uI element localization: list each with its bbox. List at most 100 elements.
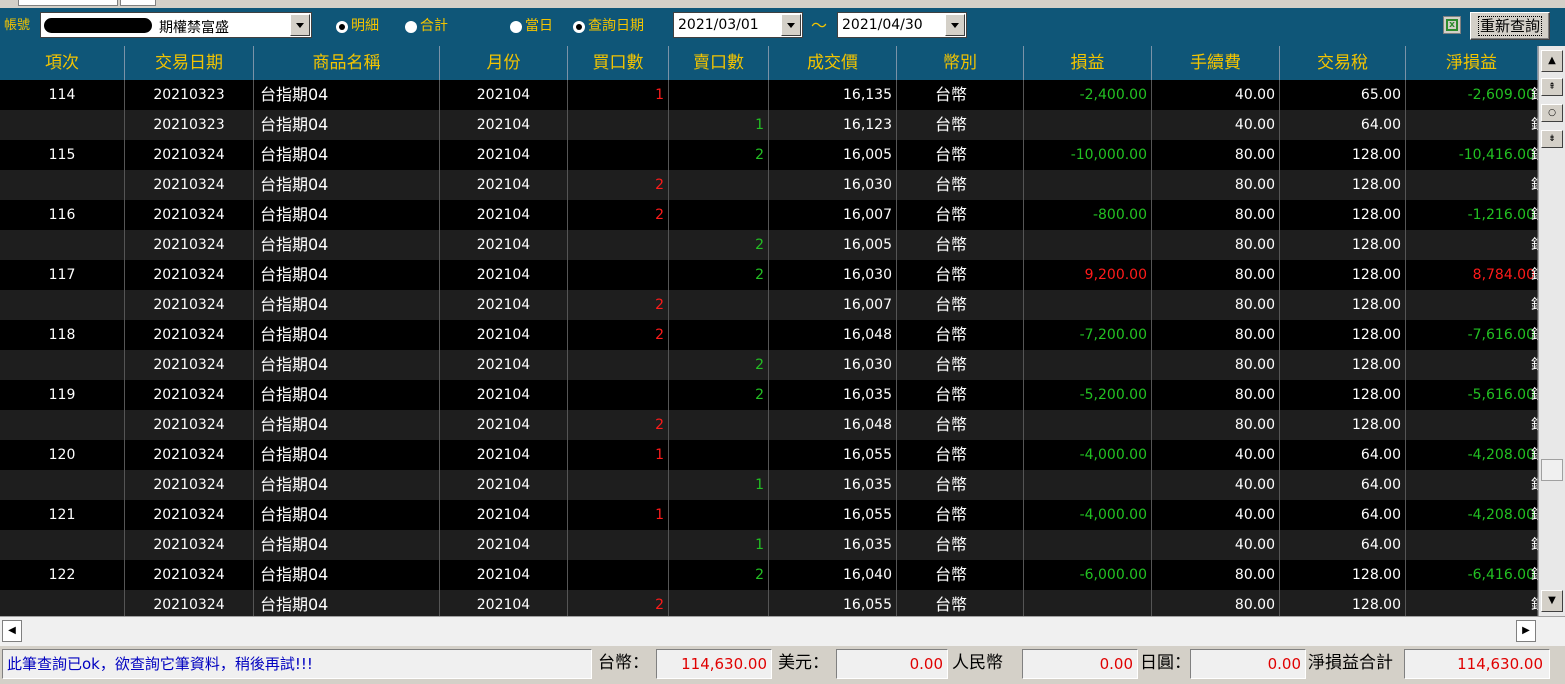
column-header-buy-qty[interactable]: 買口數 — [568, 46, 669, 80]
cell-buy-qty — [568, 260, 669, 290]
column-header-trade-date[interactable]: 交易日期 — [125, 46, 254, 80]
table-row[interactable]: 20210324台指期042021042 16,048台幣 80.00128.00 銀 — [0, 410, 1538, 440]
cell-fee: 80.00 — [1152, 170, 1280, 200]
cell-trade-date: 20210324 — [125, 200, 254, 230]
cell-clipped-extra: 銀 — [1530, 530, 1538, 560]
column-header-item-no[interactable]: 項次 — [0, 46, 125, 80]
table-row[interactable]: 20210324台指期042021042 16,007台幣 80.00128.00 銀 — [0, 290, 1538, 320]
radio-today[interactable] — [510, 21, 522, 33]
excel-export-icon[interactable]: x — [1443, 16, 1461, 34]
date-from-value: 2021/03/01 — [678, 17, 759, 33]
cell-fee: 80.00 — [1152, 140, 1280, 170]
cell-net-pnl — [1406, 350, 1538, 380]
table-row[interactable]: 120 20210324 台指期04 202104 1 16,055 台幣 -4,000.00… — [0, 440, 1538, 470]
cell-tax: 128.00 — [1280, 590, 1406, 616]
cell-clipped-extra: 銀 — [1530, 110, 1538, 140]
vertical-scroll-thumb[interactable] — [1541, 459, 1563, 481]
table-row[interactable]: 117 20210324 台指期04 202104 2 16,030 台幣 9,200.00 8… — [0, 260, 1538, 290]
cell-sell-qty — [669, 320, 769, 350]
table-row[interactable]: 114 20210323 台指期04 202104 1 16,135 台幣 -2,400.00… — [0, 80, 1538, 110]
dropdown-arrow-icon[interactable] — [781, 14, 801, 36]
scroll-right-icon[interactable]: ▶ — [1516, 620, 1536, 642]
cell-product-name: 台指期04 — [254, 110, 440, 140]
date-to-picker[interactable]: 2021/04/30 — [837, 12, 967, 38]
vertical-scrollbar[interactable]: ▲ ⇞ ○ ⇟ ▼ — [1538, 46, 1565, 616]
cell-buy-qty: 2 — [568, 590, 669, 616]
account-combo[interactable]: 期權禁富盛 — [40, 12, 312, 38]
scroll-left-icon[interactable]: ◀ — [2, 620, 22, 642]
table-row[interactable]: 20210324台指期04202104216,030台幣80.00128.00銀 — [0, 170, 1538, 200]
dropdown-arrow-icon[interactable] — [945, 14, 965, 36]
cell-net-pnl — [1406, 290, 1538, 320]
cell-pnl: -10,000.00 — [1024, 140, 1152, 170]
column-header-product-name[interactable]: 商品名稱 — [254, 46, 440, 80]
cell-trade-date: 20210324 — [125, 140, 254, 170]
cell-pnl — [1024, 290, 1152, 320]
page-down-icon[interactable]: ⇟ — [1541, 130, 1563, 148]
table-row[interactable]: 122 20210324 台指期04 202104 2 16,040 台幣 -6,000.00… — [0, 560, 1538, 590]
table-row[interactable]: 20210324台指期04202104216,030台幣80.00128.00銀 — [0, 350, 1538, 380]
scroll-down-icon[interactable]: ▼ — [1541, 590, 1563, 612]
top-tab-2[interactable] — [120, 0, 156, 6]
cell-trade-price: 16,035 — [769, 470, 897, 500]
radio-query-date[interactable] — [573, 21, 585, 33]
scroll-up-icon[interactable]: ▲ — [1541, 50, 1563, 72]
table-row[interactable]: 20210323台指期04202104 116,123台幣 40.0064.00 銀 — [0, 110, 1538, 140]
horizontal-scrollbar[interactable]: ◀ ▶ — [0, 616, 1565, 646]
radio-detail[interactable] — [336, 21, 348, 33]
cell-contract-month: 202104 — [440, 230, 568, 260]
record-pointer-icon[interactable]: ○ — [1541, 104, 1563, 122]
page-up-icon[interactable]: ⇞ — [1541, 78, 1563, 96]
table-row[interactable]: 20210324台指期04202104 216,005台幣 80.00128.00 銀 — [0, 230, 1538, 260]
table-row[interactable]: 20210324台指期04202104 116,035台幣 40.0064.00 銀 — [0, 470, 1538, 500]
cell-buy-qty: 1 — [568, 500, 669, 530]
cell-trade-date: 20210324 — [125, 290, 254, 320]
column-header-pnl[interactable]: 損益 — [1024, 46, 1152, 80]
cell-pnl: -800.00 — [1024, 200, 1152, 230]
date-from-picker[interactable]: 2021/03/01 — [673, 12, 803, 38]
cell-product-name: 台指期04 — [254, 80, 440, 110]
cell-tax: 128.00 — [1280, 350, 1406, 380]
cell-net-pnl — [1406, 170, 1538, 200]
top-tab-1[interactable] — [18, 0, 118, 6]
cell-net-pnl: -6,416.00 — [1406, 560, 1538, 590]
column-header-fee[interactable]: 手續費 — [1152, 46, 1280, 80]
radio-total[interactable] — [405, 21, 417, 33]
cell-sell-qty: 2 — [669, 560, 769, 590]
cell-item-no: 115 — [0, 140, 125, 170]
table-row[interactable]: 115 20210324 台指期04 202104 2 16,005 台幣 -10,000.0… — [0, 140, 1538, 170]
table-row[interactable]: 121 20210324 台指期04 202104 1 16,055 台幣 -4,000.00… — [0, 500, 1538, 530]
jpy-total-label: 日圓： — [1140, 653, 1191, 673]
cell-item-no — [0, 110, 125, 140]
cell-item-no — [0, 170, 125, 200]
cell-buy-qty: 1 — [568, 80, 669, 110]
column-header-trade-price[interactable]: 成交價 — [769, 46, 897, 80]
column-header-sell-qty[interactable]: 賣口數 — [669, 46, 769, 80]
cell-product-name: 台指期04 — [254, 590, 440, 616]
cell-currency: 台幣 — [897, 500, 1024, 530]
table-row[interactable]: 119 20210324 台指期04 202104 2 16,035 台幣 -5,200.00… — [0, 380, 1538, 410]
cell-tax: 128.00 — [1280, 560, 1406, 590]
table-row[interactable]: 118 20210324 台指期04 202104 2 16,048 台幣 -7,200.00… — [0, 320, 1538, 350]
table-row[interactable]: 20210324台指期04202104 116,035台幣 40.0064.00 銀 — [0, 530, 1538, 560]
cell-item-no: 114 — [0, 80, 125, 110]
cell-net-pnl: -1,216.00 — [1406, 200, 1538, 230]
cell-clipped-extra: 銀 — [1530, 470, 1538, 500]
column-header-contract-month[interactable]: 月份 — [440, 46, 568, 80]
cell-net-pnl: -5,616.00 — [1406, 380, 1538, 410]
column-header-tax[interactable]: 交易稅 — [1280, 46, 1406, 80]
cell-pnl — [1024, 470, 1152, 500]
cell-contract-month: 202104 — [440, 320, 568, 350]
cell-sell-qty — [669, 440, 769, 470]
column-header-currency[interactable]: 幣別 — [897, 46, 1024, 80]
cell-sell-qty — [669, 200, 769, 230]
table-row[interactable]: 116 20210324 台指期04 202104 2 16,007 台幣 -800.00 80… — [0, 200, 1538, 230]
cell-tax: 128.00 — [1280, 380, 1406, 410]
requery-button[interactable]: 重新查詢 — [1470, 12, 1550, 40]
cell-sell-qty — [669, 170, 769, 200]
column-header-net-pnl[interactable]: 淨損益 — [1406, 46, 1538, 80]
cell-item-no — [0, 470, 125, 500]
table-row[interactable]: 20210324台指期042021042 16,055台幣 80.00128.00 銀 — [0, 590, 1538, 616]
cell-currency: 台幣 — [897, 140, 1024, 170]
dropdown-arrow-icon[interactable] — [290, 14, 310, 36]
